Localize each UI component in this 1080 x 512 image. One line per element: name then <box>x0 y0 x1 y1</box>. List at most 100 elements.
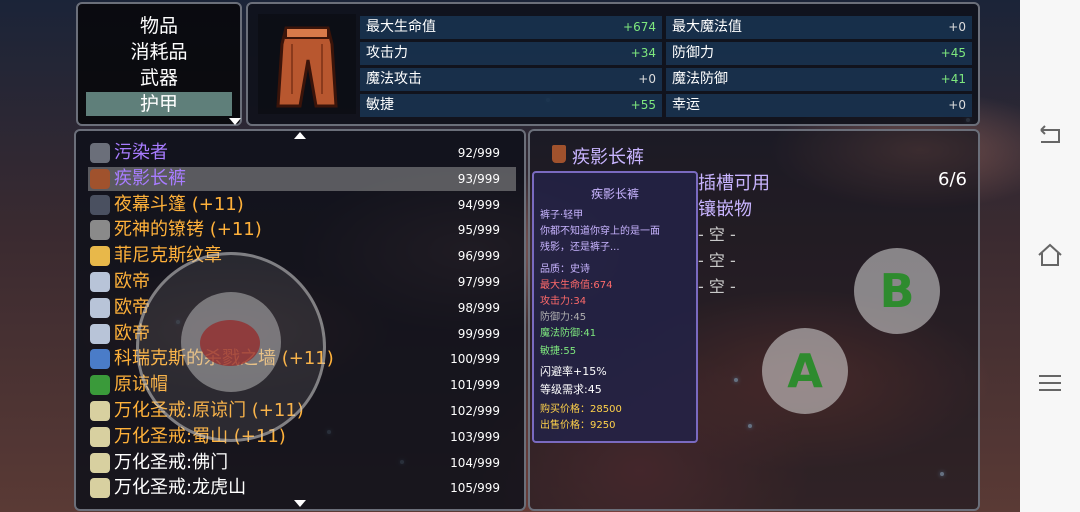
inventory-item-count: 100/999 <box>450 352 500 367</box>
stat-value: +0 <box>948 98 966 112</box>
tooltip-sell-price: 出售价格：9250 <box>540 420 616 431</box>
stat-label: 最大魔法值 <box>672 19 742 35</box>
inventory-row[interactable]: 菲尼克斯纹章 96/999 <box>88 244 516 268</box>
inventory-item-name: 污染者 <box>114 142 168 163</box>
inventory-row[interactable]: 死神的镣铐 (+11) 95/999 <box>88 218 516 242</box>
stat-value: +34 <box>630 46 656 60</box>
inventory-row[interactable]: 污染者 92/999 <box>88 141 516 165</box>
boot-icon <box>90 297 110 318</box>
item-portrait <box>258 14 356 114</box>
menu-icon[interactable] <box>1035 368 1065 398</box>
socket-slot-1[interactable]: - 空 - <box>698 221 736 245</box>
inventory-item-count: 102/999 <box>450 404 500 418</box>
category-weapons[interactable]: 武器 <box>86 66 232 90</box>
inventory-item-count: 94/999 <box>457 197 500 212</box>
holy-ring-icon <box>90 452 110 473</box>
tooltip-magic-defense: 魔法防御:41 <box>540 328 597 339</box>
tooltip-dodge: 闪避率+15% <box>540 365 607 378</box>
inventory-item-count: 104/999 <box>450 455 500 470</box>
inventory-item-count: 92/999 <box>457 146 500 160</box>
back-icon[interactable] <box>1035 118 1065 148</box>
inventory-row[interactable]: 疾影长裤 93/999 <box>88 166 516 191</box>
category-items[interactable]: 物品 <box>86 14 232 38</box>
inventory-item-name: 疾影长裤 <box>114 167 186 189</box>
pants-icon <box>276 26 338 108</box>
list-scroll-down-icon[interactable] <box>294 500 306 507</box>
tooltip-quality: 品质：史诗 <box>540 264 590 275</box>
stat-value: +674 <box>623 20 656 34</box>
stat-max-mp: 最大魔法值 +0 <box>666 16 972 39</box>
pants-icon <box>90 168 110 189</box>
a-button[interactable]: A <box>762 328 848 414</box>
ring-icon <box>90 349 110 370</box>
stat-label: 攻击力 <box>366 45 408 61</box>
inventory-row[interactable]: 夜幕斗篷 (+11) 94/999 <box>88 193 516 217</box>
stat-label: 敏捷 <box>366 97 394 113</box>
inventory-item-name: 万化圣戒:佛门 <box>114 451 229 473</box>
b-button[interactable]: B <box>854 248 940 334</box>
tooltip-defense: 防御力:45 <box>540 312 587 323</box>
cloak-icon <box>90 194 110 215</box>
stat-value: +45 <box>940 46 966 60</box>
category-armor[interactable]: 护甲 <box>86 92 232 116</box>
tooltip-agility: 敏捷:55 <box>540 346 577 357</box>
system-navigation-bar <box>1020 0 1080 512</box>
inventory-item-name: 万化圣戒:龙虎山 <box>114 477 247 499</box>
tooltip-hp: 最大生命值:674 <box>540 280 613 291</box>
socket-slot-3[interactable]: - 空 - <box>698 273 736 297</box>
inventory-item-count: 93/999 <box>457 171 500 186</box>
stat-value: +0 <box>948 20 966 34</box>
inventory-item-count: 98/999 <box>457 300 500 315</box>
inventory-row[interactable]: 万化圣戒:龙虎山 105/999 <box>88 476 516 500</box>
holy-ring-icon <box>90 426 110 447</box>
stats-panel: 最大生命值 +674 攻击力 +34 魔法攻击 +0 敏捷 +55 最大魔法值 … <box>246 2 980 126</box>
stat-value: +55 <box>630 98 656 112</box>
stat-value: +0 <box>638 72 656 86</box>
socket-slot-2[interactable]: - 空 - <box>698 247 736 271</box>
shackle-icon <box>90 220 110 241</box>
inventory-item-count: 95/999 <box>457 223 500 238</box>
tooltip-level: 等级需求:45 <box>540 383 602 396</box>
list-scroll-up-icon[interactable] <box>294 132 306 139</box>
tooltip-attack: 攻击力:34 <box>540 296 587 307</box>
joystick-knob[interactable] <box>200 320 260 366</box>
inventory-row[interactable]: 万化圣戒:蜀山 (+11) 103/999 <box>88 425 516 449</box>
tooltip-desc: 残影，还是裤子... <box>540 242 620 253</box>
tooltip-title: 疾影长裤 <box>590 187 639 201</box>
inventory-row[interactable]: 万化圣戒:佛门 104/999 <box>88 451 516 475</box>
emblem-icon <box>90 246 110 267</box>
inventory-item-count: 101/999 <box>450 378 500 393</box>
stat-value: +41 <box>940 72 966 86</box>
tooltip-buy-price: 购买价格：28500 <box>540 404 622 415</box>
stat-label: 防御力 <box>672 45 714 61</box>
stat-max-hp: 最大生命值 +674 <box>360 16 662 39</box>
stat-label: 幸运 <box>672 97 700 113</box>
stat-label: 魔法防御 <box>672 71 728 87</box>
stat-magic-attack: 魔法攻击 +0 <box>360 68 662 91</box>
stat-attack: 攻击力 +34 <box>360 42 662 65</box>
holy-ring-icon <box>90 401 110 421</box>
tooltip-type: 裤子·轻甲 <box>540 210 584 221</box>
inventory-item-count: 97/999 <box>457 275 500 289</box>
inventory-item-count: 103/999 <box>450 429 500 444</box>
stat-agility: 敏捷 +55 <box>360 94 662 117</box>
inventory-item-name: 欧帝 <box>114 271 150 292</box>
stat-label: 最大生命值 <box>366 19 436 35</box>
item-tooltip: 疾影长裤 裤子·轻甲 你都不知道你穿上的是一面 残影，还是裤子... 品质：史诗… <box>532 171 698 443</box>
holy-ring-icon <box>90 478 110 499</box>
boot-icon <box>90 323 110 344</box>
inventory-item-name: 夜幕斗篷 (+11) <box>114 193 244 215</box>
home-icon[interactable] <box>1035 240 1065 270</box>
detail-title: 疾影长裤 <box>572 147 644 168</box>
scroll-down-arrow-icon[interactable] <box>229 118 241 125</box>
socket-count: 6/6 <box>938 169 967 190</box>
stat-defense: 防御力 +45 <box>666 42 972 65</box>
inventory-item-count: 99/999 <box>457 326 500 341</box>
wand-icon <box>90 143 110 163</box>
stat-luck: 幸运 +0 <box>666 94 972 117</box>
category-consumables[interactable]: 消耗品 <box>86 40 232 64</box>
stat-label: 魔法攻击 <box>366 71 422 87</box>
tooltip-desc: 你都不知道你穿上的是一面 <box>540 226 660 237</box>
hat-icon <box>90 375 110 396</box>
socket-available-label: 插槽可用 <box>698 173 770 194</box>
